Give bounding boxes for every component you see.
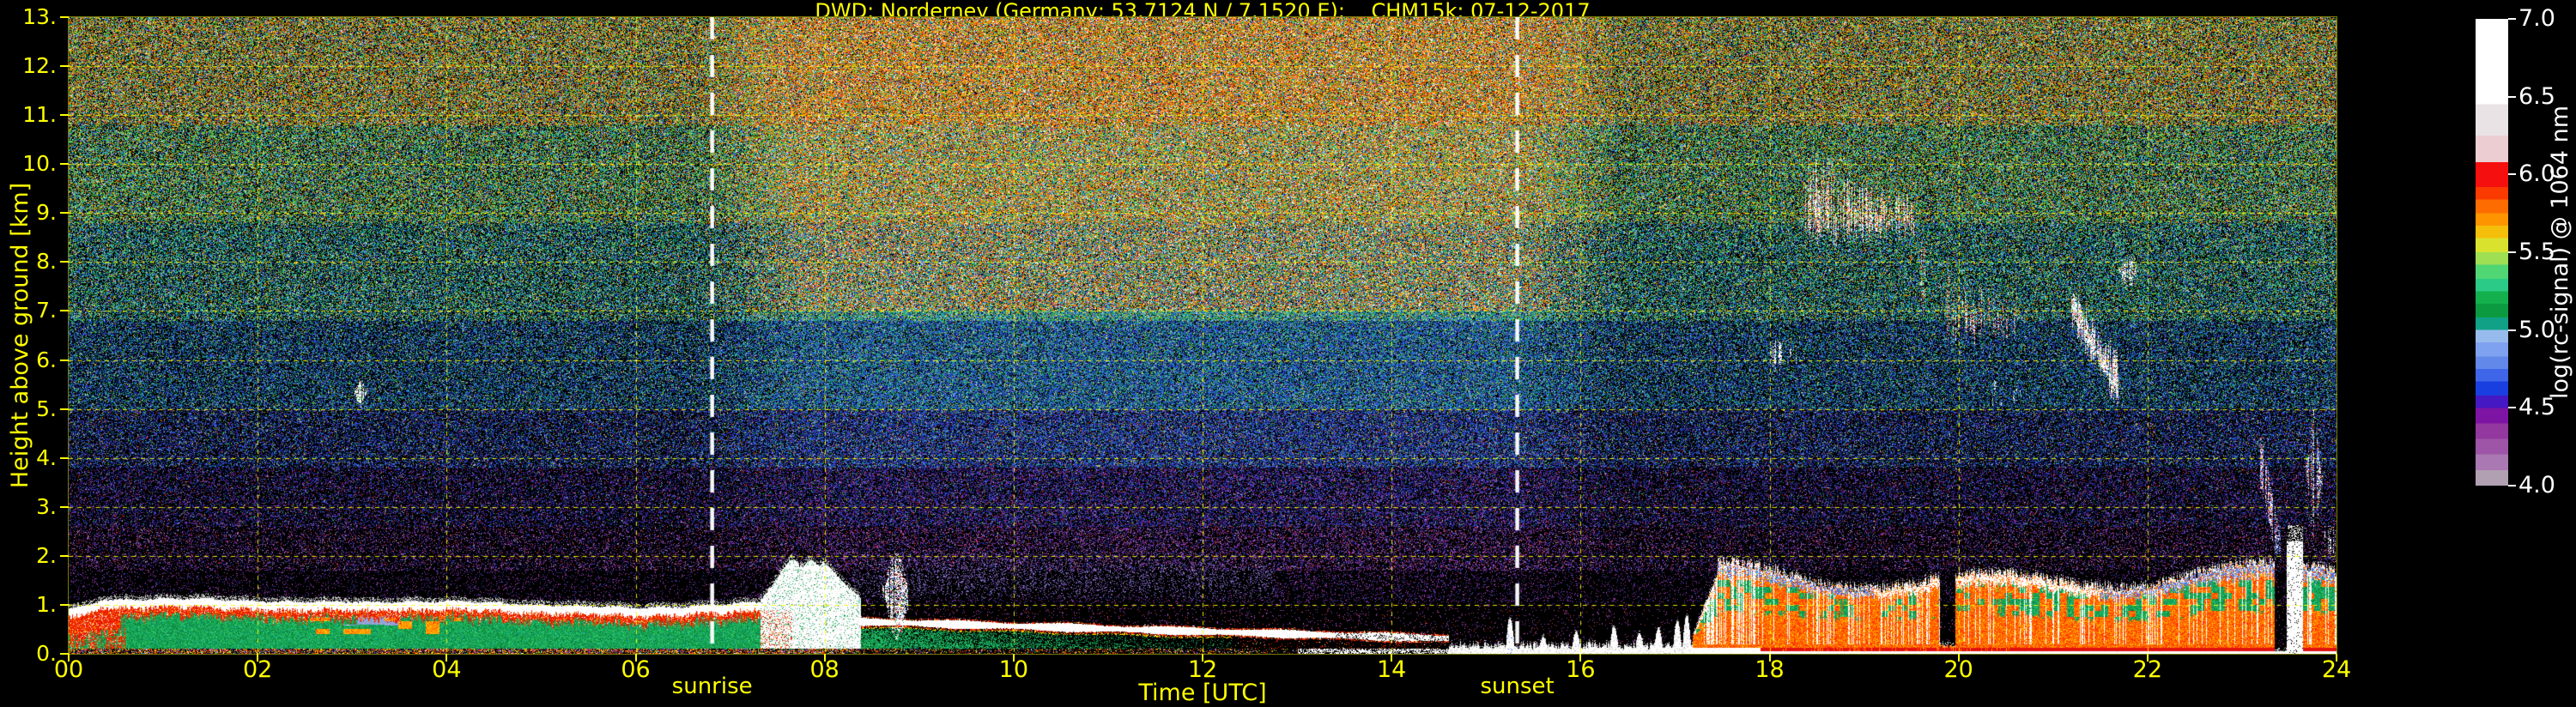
- colorbar-tick: [2508, 251, 2516, 253]
- colorbar-tick: [2508, 329, 2516, 331]
- y-tick: [60, 456, 69, 459]
- y-tick: [60, 16, 69, 18]
- x-tick-label: 00: [53, 656, 84, 683]
- x-tick-label: 10: [998, 656, 1028, 683]
- y-tick: [60, 261, 69, 263]
- colorbar-tick: [2508, 485, 2516, 486]
- x-tick-label: 20: [1943, 656, 1973, 683]
- y-tick: [60, 359, 69, 361]
- x-axis-title: Time [UTC]: [1138, 680, 1267, 706]
- y-tick: [60, 310, 69, 312]
- x-tick-label: 24: [2321, 656, 2352, 683]
- y-axis-title: Height above ground [km]: [7, 182, 33, 489]
- colorbar: [2476, 19, 2508, 486]
- x-tick-label: 02: [242, 656, 273, 683]
- colorbar-tick: [2508, 18, 2516, 20]
- y-tick: [60, 554, 69, 557]
- heatmap-canvas: [69, 17, 2337, 654]
- y-tick: [60, 603, 69, 606]
- colorbar-tick: [2508, 407, 2516, 409]
- y-tick-label: 13.: [22, 4, 57, 29]
- x-tick-label: 22: [2132, 656, 2162, 683]
- y-tick: [60, 505, 69, 508]
- y-tick: [60, 65, 69, 68]
- plot-area: [68, 16, 2337, 655]
- y-tick: [60, 163, 69, 166]
- x-tick-label: 04: [432, 656, 462, 683]
- colorbar-tick: [2508, 95, 2516, 98]
- y-tick: [60, 114, 69, 117]
- x-tick-label: 14: [1376, 656, 1407, 683]
- figure: DWD: Norderney (Germany; 53.7124 N / 7.1…: [0, 0, 2576, 707]
- y-tick: [60, 212, 69, 215]
- sunset-label: sunset: [1480, 674, 1555, 699]
- colorbar-tick: [2508, 173, 2516, 176]
- colorbar-title: log(rc-signal) @ 1064 nm: [2547, 105, 2573, 400]
- x-tick-label: 18: [1755, 656, 1785, 683]
- y-tick: [60, 408, 69, 410]
- sunrise-label: sunrise: [671, 674, 753, 699]
